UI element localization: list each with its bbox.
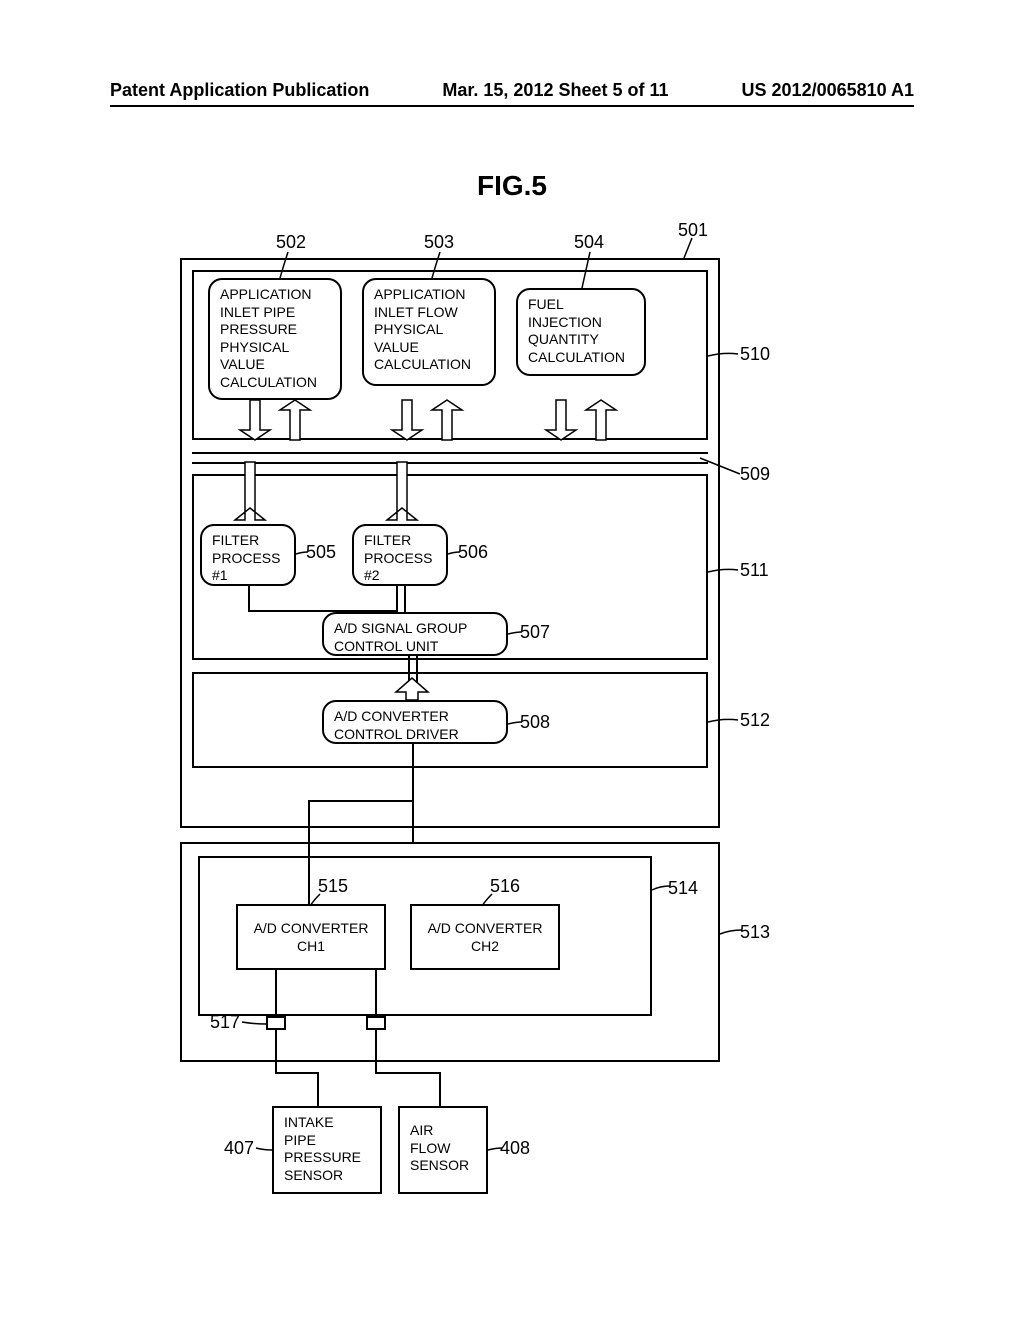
ref-407: 407: [224, 1138, 254, 1159]
ref-505: 505: [306, 542, 336, 563]
line-515-stub: [275, 970, 277, 1016]
ref-508: 508: [520, 712, 550, 733]
arrow-508-up: [180, 240, 720, 840]
lead-510: [708, 350, 742, 360]
lead-515: [312, 894, 328, 908]
lead-504: [582, 252, 602, 290]
lead-513: [720, 928, 744, 938]
lead-516: [484, 894, 500, 908]
line-stub-407v: [317, 1072, 319, 1108]
ref-506: 506: [458, 542, 488, 563]
header-center: Mar. 15, 2012 Sheet 5 of 11: [442, 80, 668, 101]
ref-511: 511: [740, 560, 769, 581]
lead-503: [432, 252, 452, 280]
ref-509: 509: [740, 464, 770, 485]
block-515: A/D CONVERTER CH1: [236, 904, 386, 970]
line-stub-407h: [275, 1072, 319, 1074]
block-516: A/D CONVERTER CH2: [410, 904, 560, 970]
ref-512: 512: [740, 710, 770, 731]
block-508: A/D CONVERTER CONTROL DRIVER: [322, 700, 508, 744]
block-407: INTAKE PIPE PRESSURE SENSOR: [272, 1106, 382, 1194]
lead-505: [296, 550, 310, 558]
header-left: Patent Application Publication: [110, 80, 369, 101]
ref-510: 510: [740, 344, 770, 365]
line-508-down: [412, 744, 414, 842]
line-stub-407: [275, 1030, 277, 1074]
ref-507: 507: [520, 622, 550, 643]
stub-517a: [266, 1016, 286, 1030]
header-rule: [110, 105, 914, 107]
page-header: Patent Application Publication Mar. 15, …: [0, 80, 1024, 101]
lead-501: [686, 238, 716, 262]
lead-408: [488, 1146, 504, 1154]
ref-514: 514: [668, 878, 698, 899]
lead-511: [708, 566, 742, 576]
lead-502: [280, 252, 300, 280]
line-stub-408v: [439, 1072, 441, 1108]
ref-502: 502: [276, 232, 306, 253]
figure-title: FIG.5: [0, 170, 1024, 202]
lead-507: [508, 630, 524, 638]
ref-513: 513: [740, 922, 770, 943]
lead-509: [700, 458, 742, 476]
diagram-container: APPLICATION INLET PIPE PRESSURE PHYSICAL…: [180, 240, 740, 1240]
lead-506: [448, 550, 462, 558]
block-408: AIR FLOW SENSOR: [398, 1106, 488, 1194]
line-508-to515: [308, 800, 310, 906]
ref-517: 517: [210, 1012, 240, 1033]
lead-508: [508, 720, 524, 728]
lead-517: [242, 1020, 268, 1030]
header-right: US 2012/0065810 A1: [742, 80, 914, 101]
line-508-h: [308, 800, 414, 802]
stub-517b: [366, 1016, 386, 1030]
line-stub-408h: [375, 1072, 441, 1074]
lead-407: [256, 1146, 274, 1154]
ref-408: 408: [500, 1138, 530, 1159]
lead-514: [652, 884, 672, 894]
ref-504: 504: [574, 232, 604, 253]
ref-503: 503: [424, 232, 454, 253]
lead-512: [708, 716, 742, 726]
line-516-stub: [375, 970, 377, 1016]
line-stub-408: [375, 1030, 377, 1074]
